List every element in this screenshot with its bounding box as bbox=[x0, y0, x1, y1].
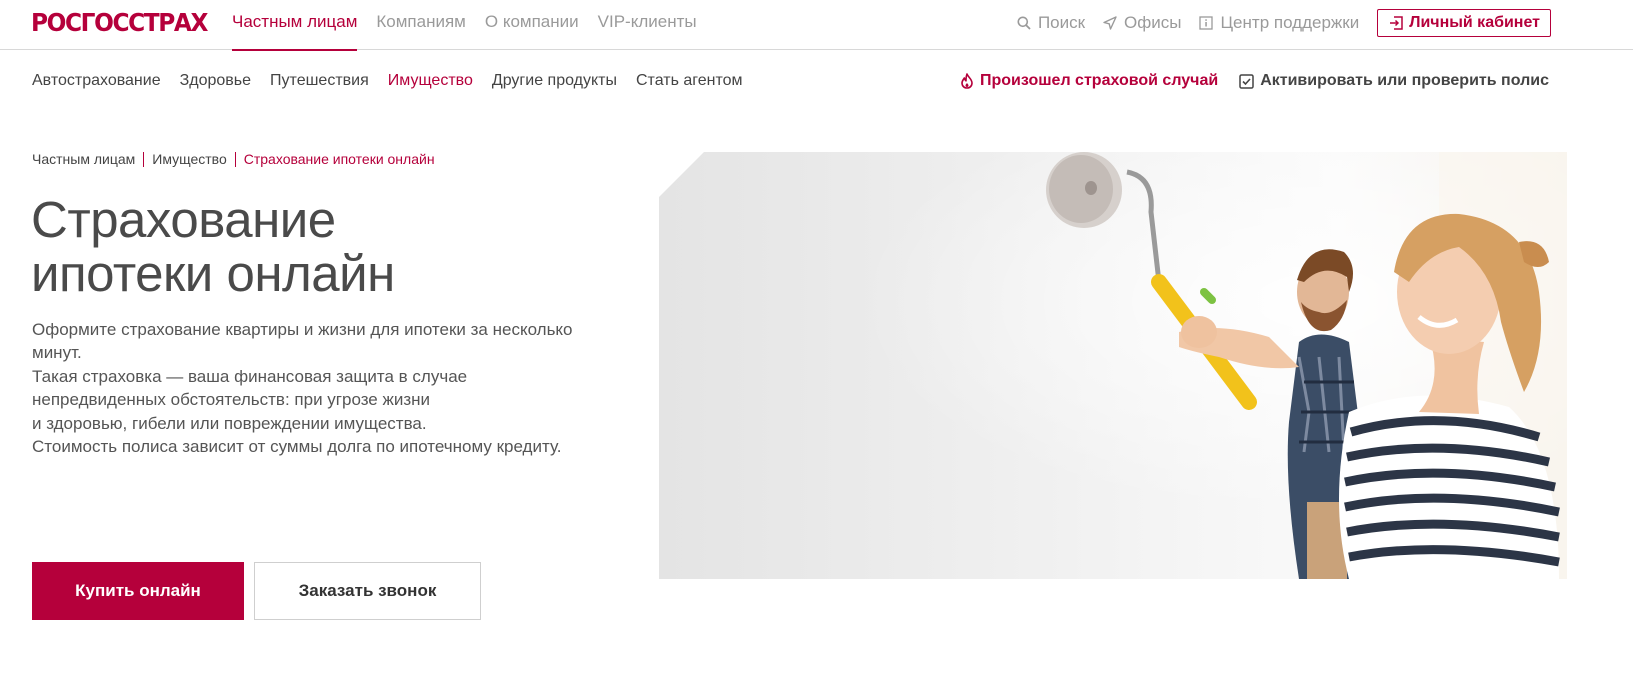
breadcrumb-separator bbox=[143, 151, 145, 167]
topnav-item-vip[interactable]: VIP-клиенты bbox=[598, 0, 697, 50]
hero-description-line: Такая страховка — ваша финансовая защита… bbox=[32, 366, 468, 410]
hero-description-line: и здоровью, гибели или повреждении имуще… bbox=[32, 413, 427, 433]
support-label: Центр поддержки bbox=[1220, 13, 1360, 32]
page-title: Страхование ипотеки онлайн bbox=[31, 193, 631, 301]
top-navigation: Частным лицам Компаниям О компании VIP-к… bbox=[232, 0, 716, 51]
product-navigation: Автострахование Здоровье Путешествия Иму… bbox=[32, 72, 762, 90]
brand-logo[interactable]: РОСГОССТРАХ bbox=[31, 8, 208, 37]
personal-account-label: Личный кабинет bbox=[1409, 14, 1540, 31]
search-icon bbox=[1017, 16, 1031, 30]
topnav-item-private[interactable]: Частным лицам bbox=[232, 0, 358, 51]
topnav-item-about[interactable]: О компании bbox=[485, 0, 579, 50]
subnav-item-health[interactable]: Здоровье bbox=[180, 72, 251, 90]
login-icon bbox=[1390, 16, 1403, 30]
offices-link[interactable]: Офисы bbox=[1103, 9, 1181, 37]
support-link[interactable]: Центр поддержки bbox=[1199, 9, 1359, 37]
subnav-item-other[interactable]: Другие продукты bbox=[492, 72, 617, 90]
breadcrumb-separator bbox=[234, 151, 236, 167]
offices-label: Офисы bbox=[1124, 13, 1182, 32]
insurance-claim-link[interactable]: Произошел страховой случай bbox=[960, 72, 1218, 90]
request-call-button[interactable]: Заказать звонок bbox=[254, 562, 481, 620]
location-arrow-icon bbox=[1103, 16, 1117, 30]
hero-description-line: Оформите страхование квартиры и жизни дл… bbox=[32, 320, 573, 363]
subnav-item-agent[interactable]: Стать агентом bbox=[636, 72, 743, 90]
subnav-item-property[interactable]: Имущество bbox=[388, 72, 473, 90]
top-right-links: Поиск Офисы Центр поддержки Личный кабин… bbox=[999, 9, 1551, 37]
personal-account-button[interactable]: Личный кабинет bbox=[1377, 9, 1551, 37]
buy-online-button[interactable]: Купить онлайн bbox=[32, 562, 244, 620]
insurance-claim-label: Произошел страховой случай bbox=[980, 72, 1219, 89]
activate-policy-link[interactable]: Активировать или проверить полис bbox=[1239, 72, 1549, 90]
topnav-item-companies[interactable]: Компаниям bbox=[376, 0, 465, 50]
top-header: РОСГОССТРАХ Частным лицам Компаниям О ко… bbox=[0, 0, 1633, 51]
page-title-line-1: Страхование bbox=[31, 191, 336, 248]
fire-icon bbox=[961, 73, 973, 89]
hero-description-line: Стоимость полиса зависит от суммы долга … bbox=[32, 437, 562, 457]
search-label: Поиск bbox=[1037, 13, 1086, 32]
activate-policy-label: Активировать или проверить полис bbox=[1260, 72, 1549, 89]
breadcrumb-current: Страхование ипотеки онлайн bbox=[243, 151, 435, 167]
subnav-item-auto[interactable]: Автострахование bbox=[32, 72, 161, 90]
breadcrumb: Частным лицам Имущество Страхование ипот… bbox=[32, 151, 435, 167]
breadcrumb-item-property[interactable]: Имущество bbox=[152, 151, 226, 167]
page-title-line-2: ипотеки онлайн bbox=[31, 245, 395, 302]
hero-image bbox=[659, 152, 1567, 579]
checkbox-icon bbox=[1239, 73, 1254, 89]
search-link[interactable]: Поиск bbox=[1017, 9, 1085, 37]
subnav-actions: Произошел страховой случай Активировать … bbox=[960, 72, 1549, 90]
breadcrumb-item-private[interactable]: Частным лицам bbox=[32, 151, 135, 167]
hero-description: Оформите страхование квартиры и жизни дл… bbox=[32, 318, 592, 458]
hero-illustration bbox=[659, 152, 1567, 579]
info-icon bbox=[1199, 16, 1214, 30]
subnav-item-travel[interactable]: Путешествия bbox=[270, 72, 369, 90]
